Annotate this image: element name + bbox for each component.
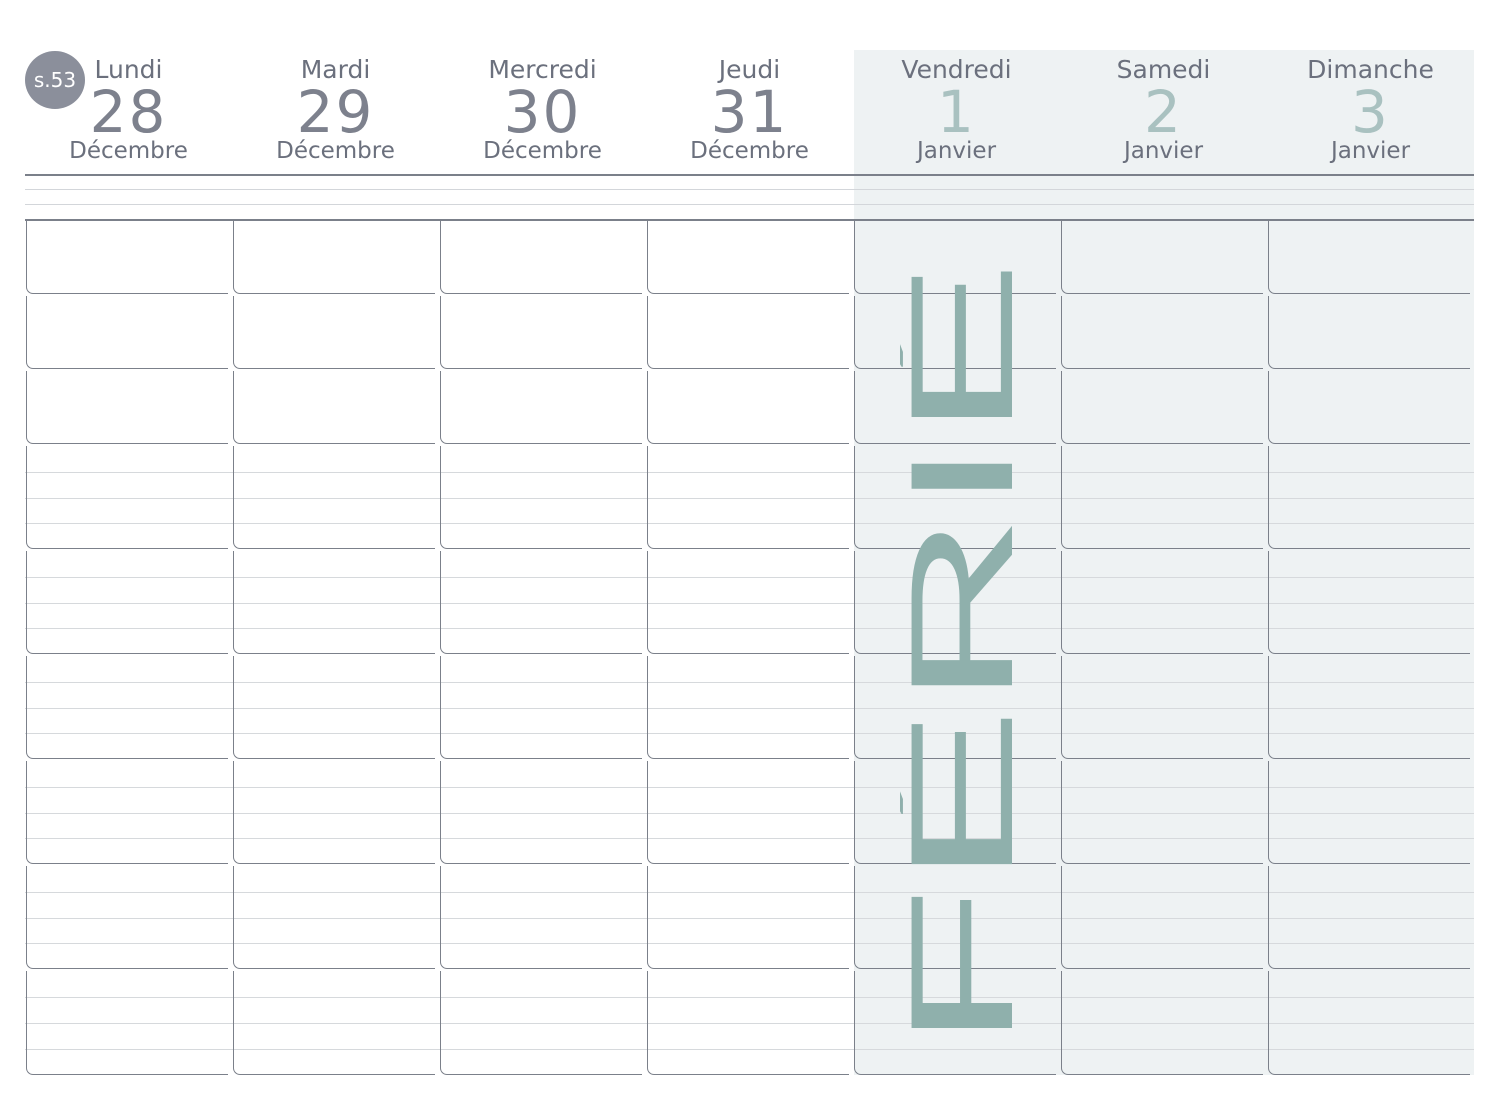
holiday-label-text: FÉRIÉ — [900, 260, 1015, 1050]
time-slot-cell[interactable] — [647, 446, 849, 549]
time-slot-cell[interactable] — [647, 761, 849, 864]
time-slot-cell[interactable] — [647, 371, 849, 444]
time-slot-cell[interactable] — [1061, 551, 1263, 654]
time-slot-cell[interactable] — [1061, 220, 1263, 294]
day-grid — [0, 0, 1500, 1100]
time-slot-cell[interactable] — [233, 656, 435, 759]
time-slot-cell[interactable] — [1061, 866, 1263, 969]
time-slot-cell[interactable] — [440, 551, 642, 654]
time-slot-cell[interactable] — [647, 220, 849, 294]
time-slot-cell[interactable] — [233, 551, 435, 654]
weekly-planner-page: s.53 Lundi 28 Décembre Mardi 29 Décembre Mercr… — [0, 0, 1500, 1100]
time-slot-cell[interactable] — [26, 296, 228, 369]
time-slot-cell[interactable] — [440, 220, 642, 294]
time-slot-cell[interactable] — [1061, 296, 1263, 369]
time-slot-cell[interactable] — [440, 866, 642, 969]
time-slot-cell[interactable] — [647, 866, 849, 969]
time-slot-cell[interactable] — [1268, 371, 1470, 444]
time-slot-cell[interactable] — [647, 656, 849, 759]
time-slot-cell[interactable] — [233, 971, 435, 1075]
time-slot-cell[interactable] — [1268, 971, 1470, 1075]
time-slot-cell[interactable] — [1061, 761, 1263, 864]
time-slot-cell[interactable] — [440, 971, 642, 1075]
time-slot-cell[interactable] — [1268, 866, 1470, 969]
time-slot-cell[interactable] — [1061, 656, 1263, 759]
time-slot-cell[interactable] — [1268, 220, 1470, 294]
time-slot-cell[interactable] — [1268, 761, 1470, 864]
time-slot-cell[interactable] — [440, 296, 642, 369]
time-slot-cell[interactable] — [26, 656, 228, 759]
time-slot-cell[interactable] — [233, 220, 435, 294]
time-slot-cell[interactable] — [440, 446, 642, 549]
time-slot-cell[interactable] — [26, 761, 228, 864]
time-slot-cell[interactable] — [1268, 551, 1470, 654]
time-slot-cell[interactable] — [647, 971, 849, 1075]
time-slot-cell[interactable] — [440, 761, 642, 864]
time-slot-cell[interactable] — [1268, 446, 1470, 549]
time-slot-cell[interactable] — [26, 971, 228, 1075]
time-slot-cell[interactable] — [233, 866, 435, 969]
time-slot-cell[interactable] — [1061, 446, 1263, 549]
time-slot-cell[interactable] — [1061, 371, 1263, 444]
time-slot-cell[interactable] — [26, 220, 228, 294]
time-slot-cell[interactable] — [1061, 971, 1263, 1075]
time-slot-cell[interactable] — [647, 296, 849, 369]
time-slot-cell[interactable] — [26, 371, 228, 444]
time-slot-cell[interactable] — [26, 551, 228, 654]
time-slot-cell[interactable] — [647, 551, 849, 654]
time-slot-cell[interactable] — [1268, 296, 1470, 369]
holiday-vertical-label: FÉRIÉ — [900, 260, 1015, 1050]
time-slot-cell[interactable] — [26, 446, 228, 549]
time-slot-cell[interactable] — [26, 866, 228, 969]
time-slot-cell[interactable] — [233, 296, 435, 369]
time-slot-cell[interactable] — [1268, 656, 1470, 759]
time-slot-cell[interactable] — [233, 371, 435, 444]
time-slot-cell[interactable] — [233, 761, 435, 864]
time-slot-cell[interactable] — [440, 371, 642, 444]
time-slot-cell[interactable] — [440, 656, 642, 759]
time-slot-cell[interactable] — [233, 446, 435, 549]
